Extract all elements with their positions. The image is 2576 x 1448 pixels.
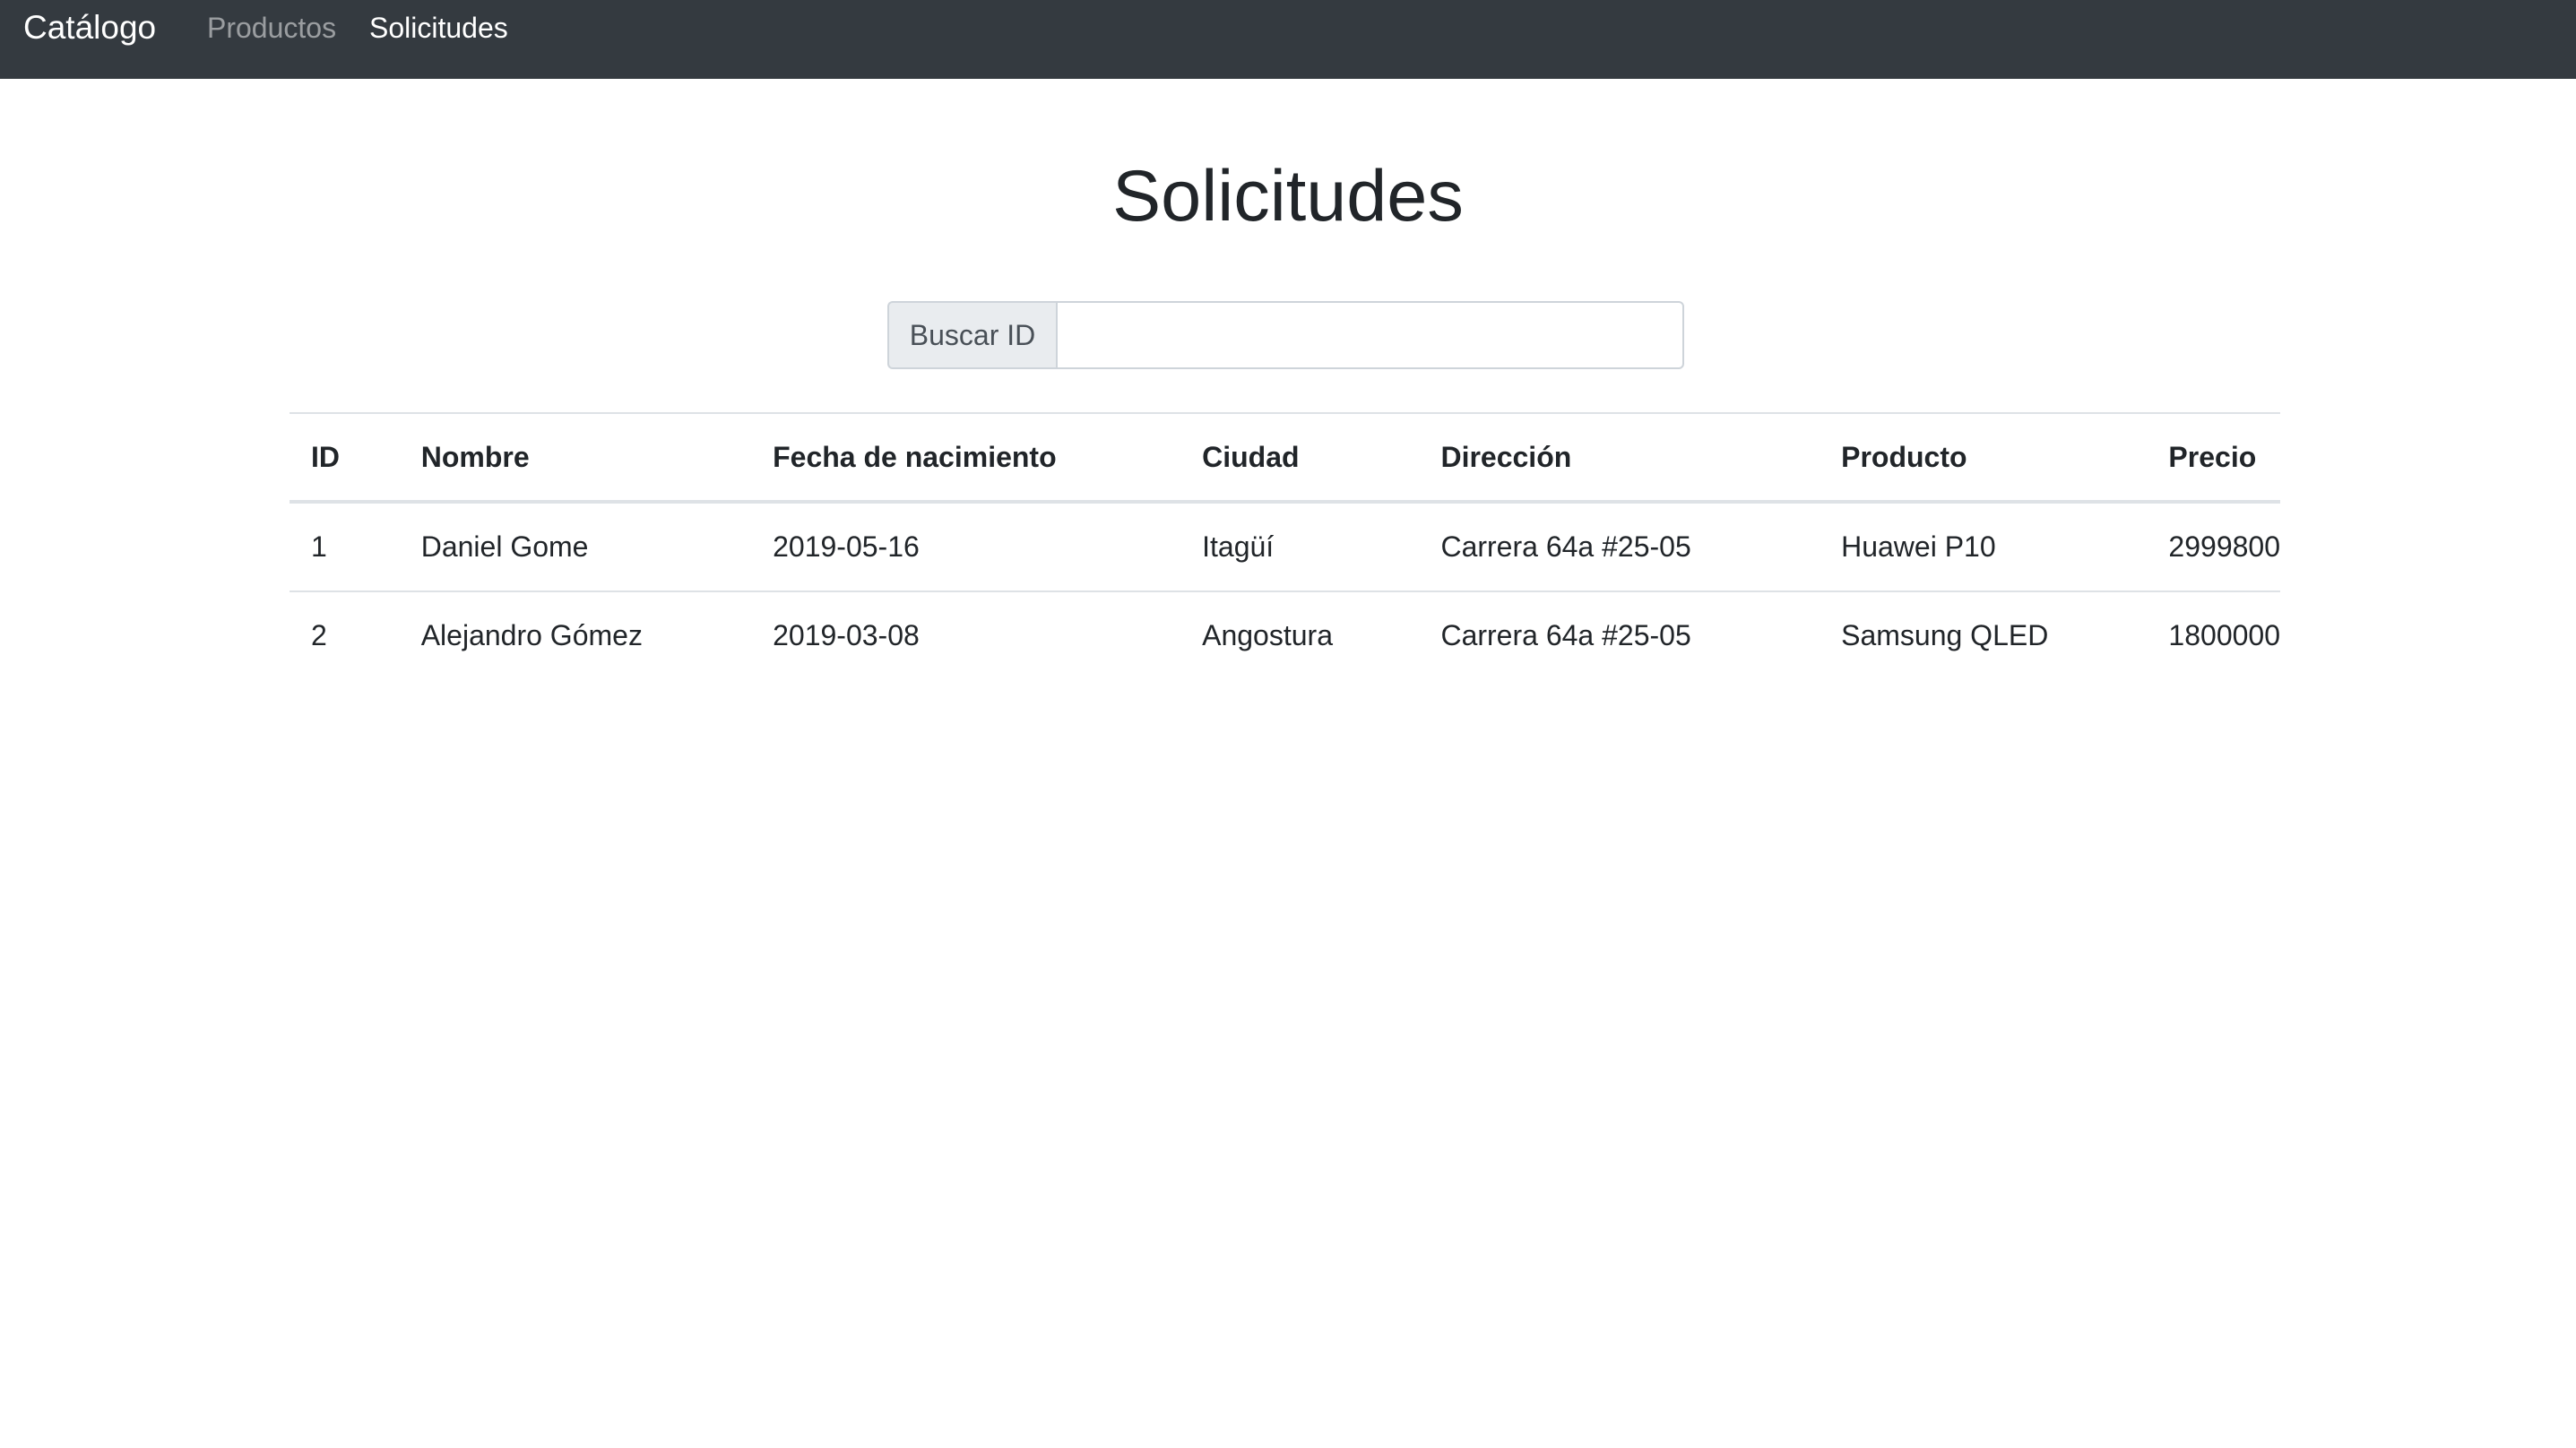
search-id-group: Buscar ID: [887, 301, 1684, 369]
cell-direccion: Carrera 64a #25-05: [1419, 502, 1820, 592]
header-nombre: Nombre: [399, 412, 752, 504]
cell-nombre: Daniel Gome: [399, 502, 752, 592]
nav-link-solicitudes[interactable]: Solicitudes: [369, 12, 508, 45]
solicitudes-table: ID Nombre Fecha de nacimiento Ciudad Dir…: [290, 412, 2280, 679]
cell-fecha-nacimiento: 2019-05-16: [751, 502, 1181, 592]
cell-nombre: Alejandro Gómez: [420, 619, 643, 651]
cell-id: 2: [311, 619, 327, 651]
navbar-brand[interactable]: Catálogo: [23, 9, 156, 47]
table-row: 1 Daniel Gome 2019-05-16 Itagüí Carrera …: [290, 502, 2280, 592]
cell-id: 1: [290, 502, 400, 592]
cell-producto: Samsung QLED: [1841, 619, 2049, 651]
header-producto: Producto: [1820, 412, 2148, 504]
table-header-row: ID Nombre Fecha de nacimiento Ciudad Dir…: [290, 412, 2280, 504]
cell-direccion: Carrera 64a #25-05: [1440, 619, 1691, 651]
cell-precio: 1800000: [2168, 619, 2280, 651]
header-direccion: Dirección: [1419, 412, 1820, 504]
header-id: ID: [290, 412, 400, 504]
top-navbar: Catálogo Productos Solicitudes: [0, 0, 2576, 79]
cell-ciudad: Angostura: [1202, 619, 1333, 651]
nav-link-productos[interactable]: Productos: [207, 12, 336, 45]
search-id-label: Buscar ID: [887, 301, 1056, 369]
cell-fecha-nacimiento: 2019-03-08: [773, 619, 920, 651]
cell-producto: Huawei P10: [1820, 502, 2148, 592]
cell-ciudad: Itagüí: [1180, 502, 1420, 592]
table-row: 2 Alejandro Gómez 2019-03-08 Angostura C…: [290, 591, 2280, 679]
header-fecha-nacimiento: Fecha de nacimiento: [751, 412, 1181, 504]
header-ciudad: Ciudad: [1180, 412, 1420, 504]
search-id-input[interactable]: [1056, 301, 1684, 369]
page-title: Solicitudes: [1112, 156, 1464, 237]
header-precio: Precio: [2147, 412, 2280, 504]
cell-precio: 2999800: [2147, 502, 2280, 592]
